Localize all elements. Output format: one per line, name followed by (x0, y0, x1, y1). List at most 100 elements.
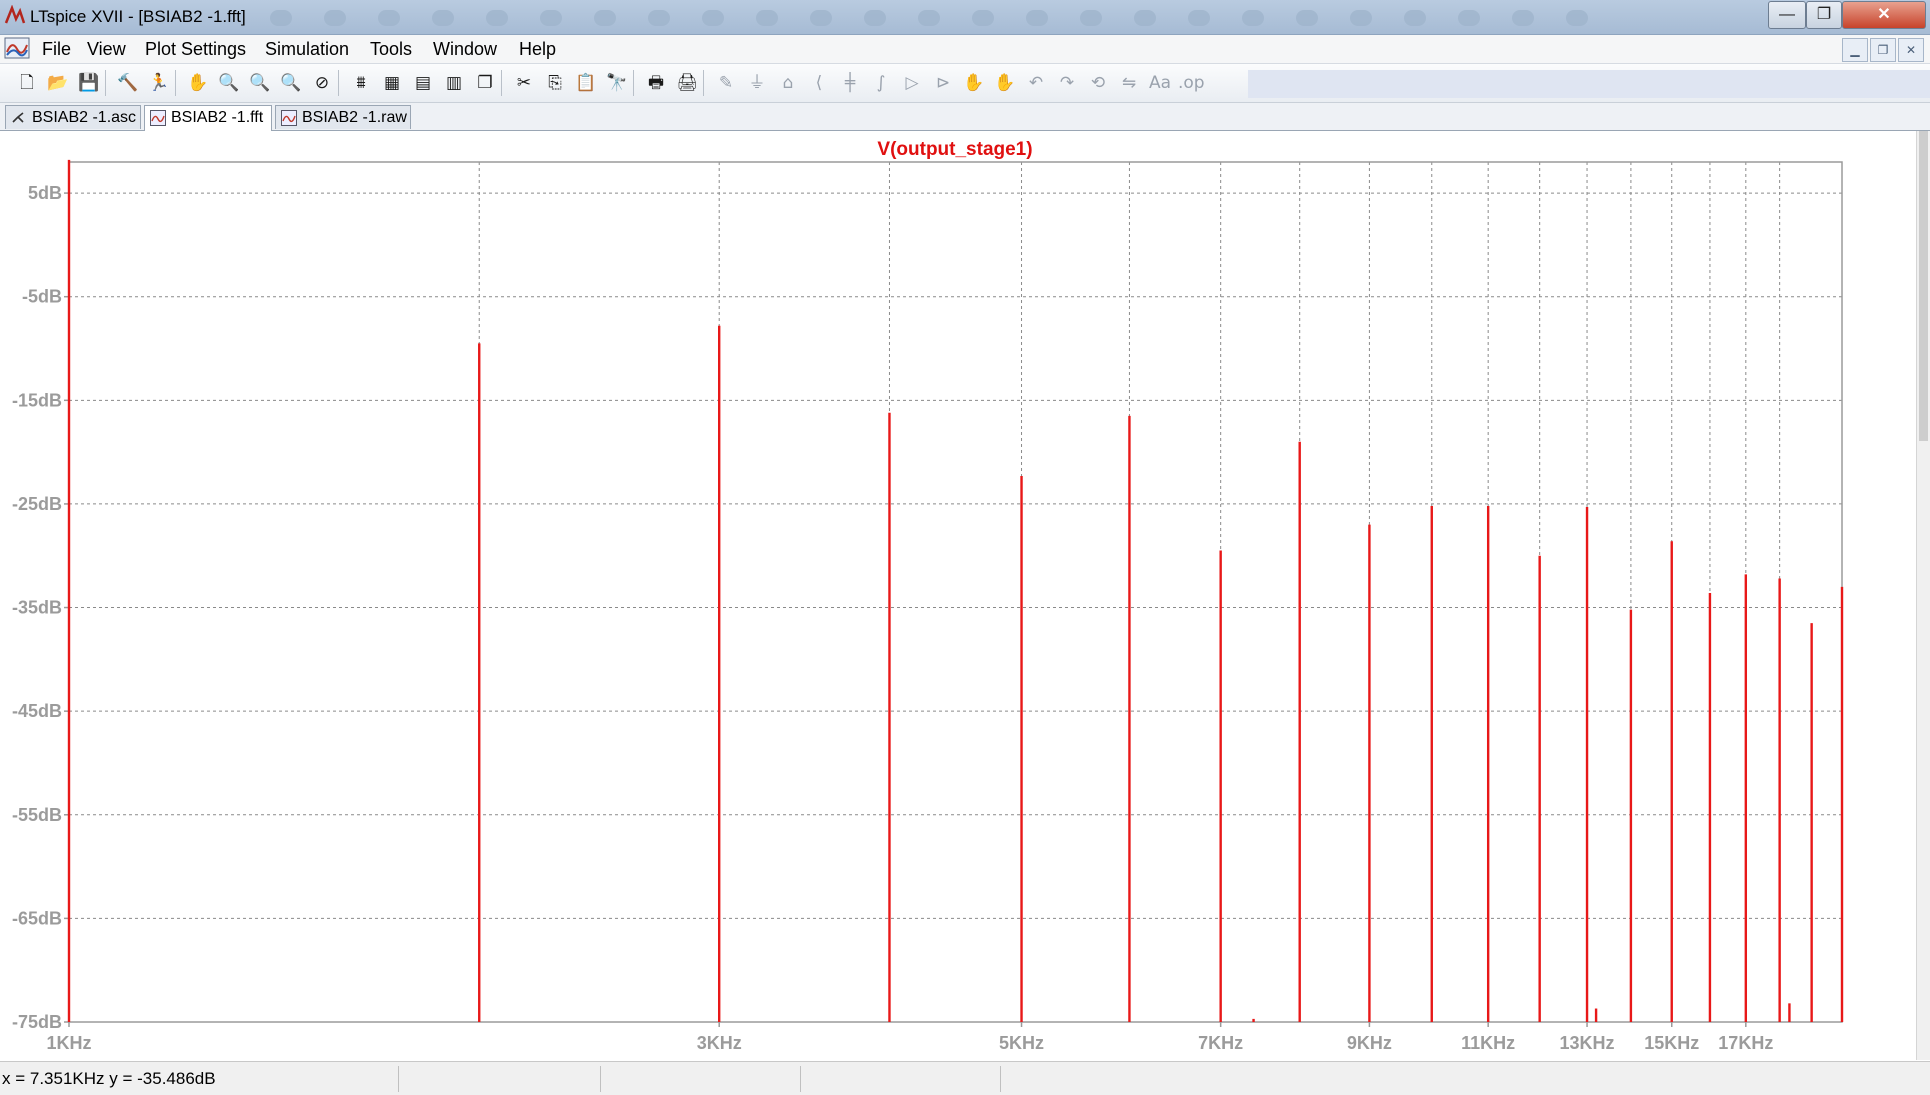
menu-plot-settings[interactable]: Plot Settings (145, 39, 246, 60)
capacitor-icon[interactable]: ╪ (837, 70, 863, 96)
x-tick-label: 5KHz (999, 1033, 1044, 1053)
move-icon[interactable]: ✋ (961, 70, 987, 96)
tile-vertical-icon[interactable]: ▥ (441, 70, 467, 96)
toolbar-separator (633, 70, 634, 96)
y-tick-label: -35dB (12, 598, 62, 618)
inductor-icon[interactable]: ∫ (868, 70, 894, 96)
status-bar: x = 7.351KHz y = -35.486dB (0, 1061, 1930, 1095)
x-tick-label: 9KHz (1347, 1033, 1392, 1053)
y-tick-label: -15dB (12, 390, 62, 410)
window-title: LTspice XVII - [BSIAB2 -1.fft] (30, 7, 246, 26)
y-tick-label: -55dB (12, 805, 62, 825)
component-icon[interactable]: ⊳ (930, 70, 956, 96)
cut-icon[interactable]: ✂ (511, 70, 537, 96)
tab-bsiab2-raw[interactable]: BSIAB2 -1.raw (275, 105, 411, 129)
wire-icon[interactable]: ✎ (713, 70, 739, 96)
zoom-in-icon[interactable]: 🔍 (216, 70, 242, 96)
zoom-fit-icon[interactable]: ⊘ (309, 70, 335, 96)
tab-label: BSIAB2 -1.raw (302, 109, 407, 126)
maximize-button[interactable]: ❐ (1806, 1, 1842, 29)
diode-icon[interactable]: ▷ (899, 70, 925, 96)
close-button[interactable]: ✕ (1842, 1, 1926, 29)
autorange-icon[interactable]: ⩩ (348, 70, 374, 96)
ground-icon[interactable]: ⏚ (744, 70, 770, 96)
toolbar-separator (338, 70, 339, 96)
cursor-coordinates: x = 7.351KHz y = -35.486dB (2, 1069, 216, 1088)
mdi-close-button[interactable]: ✕ (1898, 38, 1924, 62)
open-icon[interactable]: 📂 (45, 70, 71, 96)
tile-horizontal-icon[interactable]: ▤ (410, 70, 436, 96)
waveform-icon (150, 110, 166, 126)
pan-hand-icon[interactable]: ✋ (185, 70, 211, 96)
spice-directive-icon[interactable]: .op (1178, 70, 1205, 96)
print-setup-icon[interactable]: 🖨 (674, 70, 700, 96)
tab-bsiab2-asc[interactable]: BSIAB2 -1.asc (5, 105, 141, 129)
x-tick-label: 11KHz (1461, 1033, 1515, 1053)
print-icon[interactable]: 🖶 (643, 70, 669, 96)
menu-simulation[interactable]: Simulation (265, 39, 349, 60)
grid-icon[interactable]: ▦ (379, 70, 405, 96)
run-icon[interactable]: 🏃 (146, 70, 172, 96)
menu-help[interactable]: Help (519, 39, 556, 60)
tab-bsiab2-fft[interactable]: BSIAB2 -1.fft (144, 105, 272, 131)
menu-file[interactable]: File (42, 39, 71, 60)
copy-icon[interactable]: ⎘ (542, 70, 568, 96)
x-tick-label: 3KHz (697, 1033, 742, 1053)
minimize-button[interactable]: — (1768, 1, 1806, 29)
drag-icon[interactable]: ✋ (992, 70, 1018, 96)
ltspice-app-icon[interactable] (4, 5, 26, 27)
find-icon[interactable]: 🔭 (604, 70, 630, 96)
x-tick-label: 7KHz (1198, 1033, 1243, 1053)
waveform-viewer[interactable]: V(output_stage1) 5dB -5dB -15dB -25dB -35dB -… (0, 131, 1930, 1060)
waveform-document-icon[interactable] (4, 37, 30, 59)
text-icon[interactable]: Aa (1147, 70, 1173, 96)
plot-frame (68, 161, 1843, 1023)
toolbar: 🗋 📂 💾 🔨 🏃 ✋ 🔍 🔍 🔍 ⊘ ⩩ ▦ ▤ ▥ ❐ ✂ ⎘ 📋 🔭 🖶 🖨 ✎ ⏚ ⌂ ⟨ ╪ ∫ ▷ ⊳ ✋ ✋ ↶ ↷ ⟲ ⇋ Aa .op (0, 64, 1930, 103)
redo-icon[interactable]: ↷ (1054, 70, 1080, 96)
title-bar: LTspice XVII - [BSIAB2 -1.fft] — ❐ ✕ (0, 0, 1930, 35)
mdi-minimize-button[interactable]: ▁ (1842, 38, 1868, 62)
tab-label: BSIAB2 -1.asc (32, 109, 137, 126)
toolbar-separator (175, 70, 176, 96)
schematic-icon (12, 112, 24, 123)
resistor-icon[interactable]: ⟨ (806, 70, 832, 96)
toolbar-separator (501, 70, 502, 96)
fft-plot[interactable]: V(output_stage1) 5dB -5dB -15dB -25dB -35dB -… (0, 131, 1916, 1060)
label-net-icon[interactable]: ⌂ (775, 70, 801, 96)
undo-icon[interactable]: ↶ (1023, 70, 1049, 96)
menu-view[interactable]: View (87, 39, 126, 60)
cascade-icon[interactable]: ❐ (472, 70, 498, 96)
scrollbar-thumb[interactable] (1919, 131, 1928, 441)
y-tick-label: -65dB (12, 908, 62, 928)
menu-tools[interactable]: Tools (370, 39, 412, 60)
y-tick-label: -75dB (12, 1012, 62, 1032)
y-tick-label: -25dB (12, 494, 62, 514)
toolbar-separator (703, 70, 704, 96)
new-schematic-icon[interactable]: 🗋 (14, 70, 40, 96)
taskbar-thumbnails (270, 10, 1620, 31)
mirror-icon[interactable]: ⇋ (1116, 70, 1142, 96)
x-tick-label: 17KHz (1718, 1033, 1773, 1053)
x-tick-label: 15KHz (1644, 1033, 1699, 1053)
toolbar-empty-area (1248, 70, 1930, 98)
tab-label: BSIAB2 -1.fft (171, 109, 264, 126)
menu-window[interactable]: Window (433, 39, 497, 60)
paste-icon[interactable]: 📋 (573, 70, 599, 96)
zoom-back-icon[interactable]: 🔍 (247, 70, 273, 96)
zoom-out-icon[interactable]: 🔍 (278, 70, 304, 96)
plot-title-trace-label[interactable]: V(output_stage1) (877, 139, 1032, 160)
toolbar-separator (105, 70, 106, 96)
mdi-restore-button[interactable]: ❐ (1870, 38, 1896, 62)
y-tick-label: -45dB (12, 701, 62, 721)
menu-bar: File View Plot Settings Simulation Tools… (0, 35, 1930, 64)
save-icon[interactable]: 💾 (76, 70, 102, 96)
control-panel-icon[interactable]: 🔨 (115, 70, 141, 96)
rotate-icon[interactable]: ⟲ (1085, 70, 1111, 96)
x-tick-label: 13KHz (1560, 1033, 1615, 1053)
y-tick-label: -5dB (22, 287, 62, 307)
waveform-icon (281, 110, 297, 126)
x-tick-label: 1KHz (46, 1033, 91, 1053)
y-tick-label: 5dB (28, 183, 62, 203)
vertical-scrollbar[interactable] (1916, 131, 1930, 1060)
document-tabs: BSIAB2 -1.asc BSIAB2 -1.fft BSIAB2 -1.ra… (0, 103, 1930, 131)
